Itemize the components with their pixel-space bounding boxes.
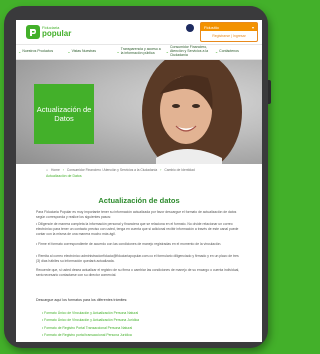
fidusitio-box[interactable]: Fidusitio ▾ Registrarse | Ingresar [200,22,258,42]
chevron-right-icon: › [62,168,64,172]
download-link[interactable]: Formato de Registro Portal Transaccional… [42,325,139,332]
hero-banner: Actualización de Datos [16,60,262,164]
site-logo[interactable]: Fiduciaria popular [26,24,71,40]
download-link[interactable]: Formato Único de Vinculación y Actualiza… [42,317,139,324]
group-logo-icon [186,24,194,32]
main-nav: ⌄ Nuestros Productos ⌄ Vistas Nuestras ⌄ Tr… [16,44,262,60]
site-header: Fiduciaria popular Fidusitio ▾ Registrar… [16,20,262,42]
downloads-subhead: Descargue aquí los formatos para los dif… [36,298,128,302]
breadcrumb-current: Actualización de Datos [46,174,82,178]
reminder-paragraph: Recuerde que, si usted desea actualizar … [36,268,240,277]
webpage-screen: Fiduciaria popular Fidusitio ▾ Registrar… [16,20,262,342]
tablet-side-button [268,80,271,104]
chevron-down-icon: ⌄ [214,48,219,54]
breadcrumb-item-cambio[interactable]: Cambio de Identidad [164,168,194,172]
logo-big-text: popular [42,29,72,38]
nav-item-transparencia[interactable]: ⌄ Transparencia y acceso a la información… [114,47,163,55]
step-3-paragraph: • Remita al correo electrónico administr… [36,254,239,263]
download-link[interactable]: Formato Único de Vinculación y Actualiza… [42,310,139,317]
downloads-list: Formato Único de Vinculación y Actualiza… [42,310,139,340]
chevron-down-icon: ⌄ [67,48,71,54]
lock-icon: ▾ [251,24,254,30]
breadcrumb-item-consumidor[interactable]: Consumidor Financiero / Atención y Servi… [67,168,157,172]
step-2-paragraph: • Firme el formato correspondiente de ac… [36,242,222,246]
fidusitio-title: Fidusitio [204,24,219,30]
chevron-down-icon: ⌄ [18,48,22,54]
logo-mark-icon [26,25,40,39]
download-link[interactable]: Formato de Registro portal transaccional… [42,332,139,339]
breadcrumb: ⌂ Home › Consumidor Financiero / Atenció… [46,168,195,172]
chevron-right-icon: › [160,168,162,172]
step-1-paragraph: • Diligencie de manera completa la infor… [36,222,239,236]
hero-title: Actualización de Datos [36,105,92,123]
intro-paragraph: Para Fiduciaria Popular es muy important… [36,210,237,219]
nav-item-contactenos[interactable]: ⌄ Contáctenos [213,48,262,54]
fidusitio-links[interactable]: Registrarse | Ingresar [201,31,257,40]
page-title: Actualización de datos [98,196,180,205]
chevron-down-icon: ⌄ [116,48,120,54]
breadcrumb-item-home[interactable]: Home [51,168,60,172]
nav-item-productos[interactable]: ⌄ Nuestros Productos [16,48,65,54]
nav-item-vistas[interactable]: ⌄ Vistas Nuestras [65,48,114,54]
chevron-down-icon: ⌄ [165,48,169,54]
hero-title-box: Actualización de Datos [34,84,94,144]
nav-item-consumidor[interactable]: ⌄ Consumidor Financiero, Atención y Servi… [164,46,213,57]
hero-photo-woman [142,60,242,164]
home-icon: ⌂ [46,168,48,172]
